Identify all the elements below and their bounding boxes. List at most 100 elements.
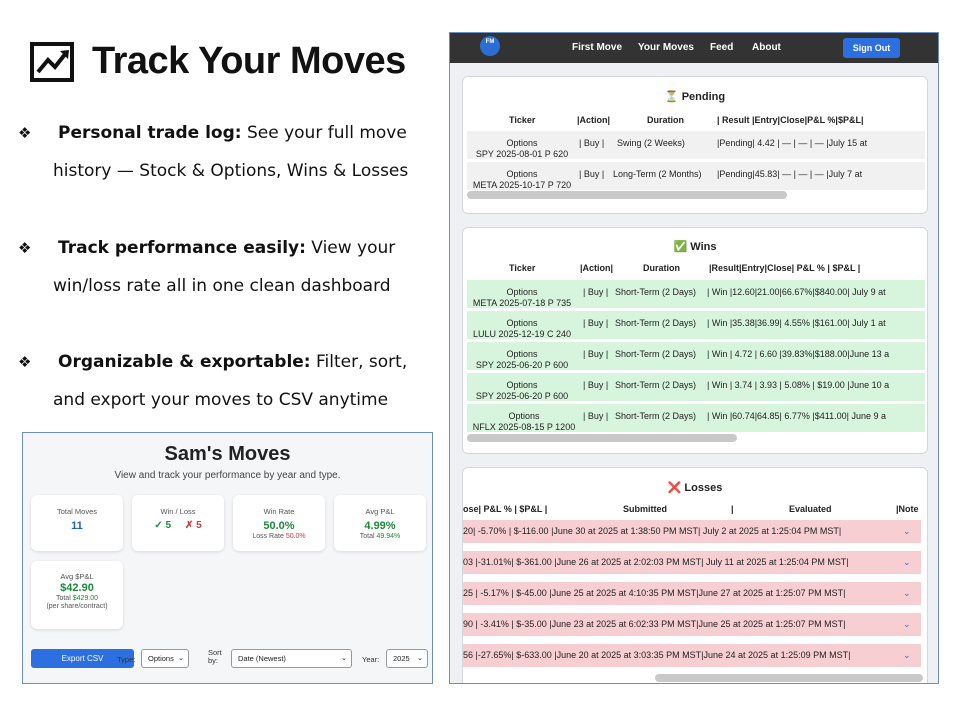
chevron-down-icon[interactable]: ⌄ — [903, 526, 911, 537]
option-type: Options — [508, 411, 540, 421]
bullet-bold: Personal trade log: — [58, 123, 242, 143]
chevron-down-icon[interactable]: ⌄ — [903, 588, 911, 599]
table-row[interactable]: 90 | -3.41% | $-35.00 |June 23 at 2025 a… — [463, 613, 921, 636]
table-row[interactable]: Options SPY 2025-08-01 P 620 | Buy | Swin… — [467, 131, 925, 159]
wins-panel: ✅ Wins Ticker |Action| Duration |Result|… — [462, 227, 928, 454]
col-action: |Action| — [580, 263, 614, 273]
trend-chart-icon — [30, 41, 74, 82]
year-select-value: 2025 — [393, 654, 410, 663]
chevron-down-icon: ⌄ — [417, 655, 423, 662]
col-ticker: Ticker — [509, 263, 536, 273]
table-row[interactable]: Options SPY 2025-06-20 P 600 | Buy | Shor… — [467, 373, 925, 401]
col-left: ose| P&L % | $P&L | — [463, 504, 548, 514]
card-label: Avg $P&L — [60, 572, 94, 581]
loss-cells: 56 |-27.65%| $-633.00 |June 20 at 2025 a… — [463, 650, 851, 660]
sort-select-value: Date (Newest) — [238, 654, 286, 663]
option-type: Options — [506, 380, 538, 390]
option-type: Options — [506, 138, 538, 148]
nav-feed[interactable]: Feed — [710, 42, 733, 53]
option-type: Options — [506, 169, 538, 179]
per-share-note: (per share/contract) — [46, 603, 108, 610]
table-row[interactable]: 56 |-27.65%| $-633.00 |June 20 at 2025 a… — [463, 644, 921, 667]
table-row[interactable]: 25 | -5.17% | $-45.00 |June 25 at 2025 a… — [463, 582, 921, 605]
diamond-bullet-icon: ❖ — [18, 239, 32, 257]
col-rest: | Result |Entry|Close|P&L %|$P&L| — [717, 115, 864, 125]
chevron-down-icon[interactable]: ⌄ — [903, 557, 911, 568]
card-win-rate: Win Rate 50.0% Loss Rate 50.0% — [233, 495, 325, 551]
pending-title: ⏳ Pending — [463, 90, 927, 103]
ticker-cell: Options LULU 2025-12-19 C 240 — [467, 318, 577, 340]
year-select[interactable]: 2025 ⌄ — [386, 649, 428, 668]
duration-cell: Long-Term (2 Months) — [613, 169, 702, 179]
type-select[interactable]: Options ⌄ — [141, 649, 189, 668]
table-row[interactable]: Options LULU 2025-12-19 C 240 | Buy | Sho… — [467, 311, 925, 339]
losses-title: ❌ Losses — [463, 481, 927, 494]
chevron-down-icon: ⌄ — [341, 655, 347, 662]
ticker-symbol: META 2025-10-17 P 720 — [472, 180, 572, 190]
sort-select[interactable]: Date (Newest) ⌄ — [231, 649, 352, 668]
card-total-moves: Total Moves 11 — [31, 495, 123, 551]
table-row[interactable]: Options META 2025-07-18 P 735 | Buy | Sho… — [467, 280, 925, 308]
losses-heading: Losses — [684, 482, 723, 494]
table-row[interactable]: 20| -5.70% | $-116.00 |June 30 at 2025 a… — [463, 520, 921, 543]
dashboard-controls: Export CSV Type: Options ⌄ Sort by: Date … — [31, 649, 429, 671]
duration-cell: Short-Term (2 Days) — [615, 380, 697, 390]
card-value: $42.90 — [60, 582, 94, 594]
option-type: Options — [506, 287, 538, 297]
bullet-export: ❖ Organizable & exportable: Filter, sort… — [18, 343, 428, 419]
app-logo[interactable]: FM — [480, 36, 500, 56]
action-cell: | Buy | — [579, 169, 605, 179]
slide-title: Track Your Moves — [30, 40, 406, 83]
table-row[interactable]: Options META 2025-10-17 P 720 | Buy | Lon… — [467, 162, 925, 190]
action-cell: | Buy | — [583, 287, 609, 297]
dashboard-subtitle: View and track your performance by year … — [114, 470, 341, 481]
table-header: Ticker |Action| Duration | Result |Entry… — [467, 109, 925, 132]
ticker-cell: Options META 2025-07-18 P 735 — [467, 287, 577, 309]
chevron-down-icon[interactable]: ⌄ — [903, 619, 911, 630]
wins-title: ✅ Wins — [463, 240, 927, 253]
slide-heading: Track Your Moves — [92, 40, 406, 82]
card-avg-pnl: Avg P&L 4.99% Total 49.94% — [334, 495, 426, 551]
duration-cell: Short-Term (2 Days) — [615, 349, 697, 359]
loss-rate-label: Loss Rate — [252, 533, 284, 540]
nav-your-moves[interactable]: Your Moves — [638, 42, 694, 53]
sign-out-button[interactable]: Sign Out — [843, 38, 900, 58]
bullet-text: Filter, sort, — [310, 352, 408, 372]
table-row[interactable]: Options NFLX 2025-08-15 P 1200 | Buy | Sh… — [467, 404, 925, 432]
total-label: Total — [359, 533, 375, 540]
pending-panel: ⏳ Pending Ticker |Action| Duration | Res… — [462, 76, 928, 214]
bullet-trade-log: ❖ Personal trade log: See your full move… — [18, 114, 428, 190]
table-header: Ticker |Action| Duration |Result|Entry|C… — [467, 257, 925, 280]
chevron-down-icon[interactable]: ⌄ — [903, 650, 911, 661]
ticker-symbol: SPY 2025-06-20 P 600 — [475, 391, 569, 401]
nav-about[interactable]: About — [752, 42, 781, 53]
horizontal-scrollbar[interactable] — [467, 434, 737, 442]
bullet-text: See your full move — [241, 123, 407, 143]
cross-mark-icon: ❌ — [667, 482, 682, 494]
rest-cell: |Pending|45.83| — | — | — |July 7 at — [717, 169, 863, 179]
col-duration: Duration — [643, 263, 680, 273]
card-value: 4.99% — [364, 520, 396, 532]
dashboard-screenshot: Sam's Moves View and track your performa… — [22, 432, 433, 684]
total-label: Total — [55, 595, 71, 602]
bullet-performance: ❖ Track performance easily: View your wi… — [18, 229, 428, 305]
loss-count: ✗ 5 — [184, 520, 202, 531]
col-sep: | — [731, 504, 734, 514]
table-row[interactable]: Options SPY 2025-06-20 P 600 | Buy | Shor… — [467, 342, 925, 370]
year-label: Year: — [362, 655, 380, 664]
option-type: Options — [506, 349, 538, 359]
rest-cell: | Win |12.60|21.00|66.67%|$840.00| July … — [707, 287, 886, 297]
horizontal-scrollbar[interactable] — [467, 191, 787, 199]
total-value: 49.94% — [376, 533, 401, 540]
rest-cell: | Win | 3.74 | 3.93 | 5.08% | $19.00 |Ju… — [707, 380, 890, 390]
col-duration: Duration — [647, 115, 684, 125]
horizontal-scrollbar[interactable] — [655, 674, 923, 682]
table-row[interactable]: 03 |-31.01%| $-361.00 |June 26 at 2025 a… — [463, 551, 921, 574]
table-header: ose| P&L % | $P&L | Submitted | Evaluate… — [463, 498, 927, 521]
duration-cell: Swing (2 Weeks) — [617, 138, 685, 148]
top-navbar: FM First Move Your Moves Feed About Sign… — [450, 33, 938, 63]
col-ticker: Ticker — [509, 115, 536, 125]
col-evaluated: Evaluated — [789, 504, 832, 514]
nav-first-move[interactable]: First Move — [572, 42, 622, 53]
action-cell: | Buy | — [579, 138, 605, 148]
